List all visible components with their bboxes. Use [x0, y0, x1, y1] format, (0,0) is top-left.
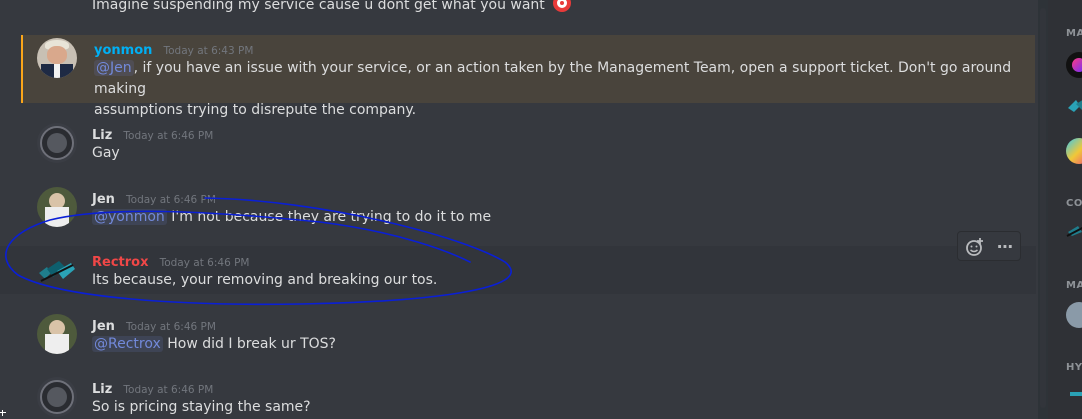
- add-reaction-button[interactable]: [964, 236, 986, 258]
- username[interactable]: Liz: [92, 382, 112, 397]
- message-text: Imagine suspending my service cause u do…: [92, 0, 545, 13]
- message: Liz Today at 6:46 PM Gay: [0, 118, 1036, 168]
- timestamp: Today at 6:43 PM: [163, 45, 254, 57]
- message-text: @Jen, if you have an issue with your ser…: [94, 60, 1012, 118]
- timestamp: Today at 6:46 PM: [126, 194, 216, 206]
- mention[interactable]: @Jen: [94, 60, 134, 76]
- rectrox-logo-icon: [39, 261, 75, 282]
- message-actions-toolbar: ⋯: [957, 231, 1021, 261]
- username[interactable]: Liz: [92, 128, 112, 143]
- more-icon: ⋯: [997, 237, 1013, 256]
- avatar[interactable]: [37, 251, 77, 291]
- member-avatar[interactable]: [1066, 302, 1082, 328]
- username[interactable]: Jen: [92, 192, 115, 207]
- message-text: @Rectrox How did I break ur TOS?: [92, 336, 336, 352]
- mention[interactable]: @Rectrox: [92, 336, 163, 352]
- avatar[interactable]: [37, 377, 77, 417]
- member-section-header: HY: [1066, 362, 1082, 373]
- avatar[interactable]: [37, 38, 77, 78]
- add-reaction-icon: [966, 238, 983, 256]
- message-text: So is pricing staying the same?: [92, 399, 311, 415]
- avatar[interactable]: [37, 187, 77, 227]
- member-avatar[interactable]: [1066, 52, 1082, 78]
- username[interactable]: Jen: [92, 319, 115, 334]
- more-options-button[interactable]: ⋯: [994, 236, 1016, 258]
- message: Jen Today at 6:46 PM @Rectrox How did I …: [0, 309, 1036, 359]
- username[interactable]: Rectrox: [92, 255, 148, 270]
- message-text: @yonmon I'm not because they are trying …: [92, 209, 492, 225]
- scrollbar[interactable]: [1038, 0, 1048, 419]
- member-section-header: CO: [1066, 198, 1082, 209]
- cursor-crosshair-icon: [0, 410, 6, 416]
- member-list: MA CO MA HY: [1048, 0, 1082, 419]
- avatar[interactable]: [37, 123, 77, 163]
- member-avatar[interactable]: [1066, 384, 1082, 410]
- username[interactable]: yonmon: [94, 43, 152, 58]
- member-avatar[interactable]: [1066, 220, 1082, 246]
- message-text: Gay: [92, 145, 120, 161]
- member-section-header: MA: [1066, 28, 1082, 39]
- timestamp: Today at 6:46 PM: [126, 321, 216, 333]
- scrollbar-thumb[interactable]: [1040, 8, 1046, 408]
- message: Jen Today at 6:46 PM @yonmon I'm not bec…: [0, 182, 1036, 232]
- target-emoji-icon: [553, 0, 572, 12]
- message: Imagine suspending my service cause u do…: [0, 0, 1036, 20]
- timestamp: Today at 6:46 PM: [123, 384, 214, 396]
- avatar[interactable]: [37, 314, 77, 354]
- message-text: Its because, your removing and breaking …: [92, 272, 438, 288]
- member-avatar[interactable]: [1066, 138, 1082, 164]
- message-hovered: Rectrox Today at 6:46 PM Its because, yo…: [0, 246, 1036, 294]
- message-highlighted: yonmon Today at 6:43 PM @Jen, if you hav…: [21, 35, 1035, 118]
- chat-messages: Imagine suspending my service cause u do…: [0, 0, 1038, 419]
- timestamp: Today at 6:46 PM: [123, 130, 214, 142]
- member-section-header: MA: [1066, 280, 1082, 291]
- timestamp: Today at 6:46 PM: [159, 257, 250, 269]
- member-avatar[interactable]: [1066, 94, 1082, 120]
- mention[interactable]: @yonmon: [92, 209, 167, 225]
- message: Liz Today at 6:46 PM So is pricing stayi…: [0, 372, 1036, 419]
